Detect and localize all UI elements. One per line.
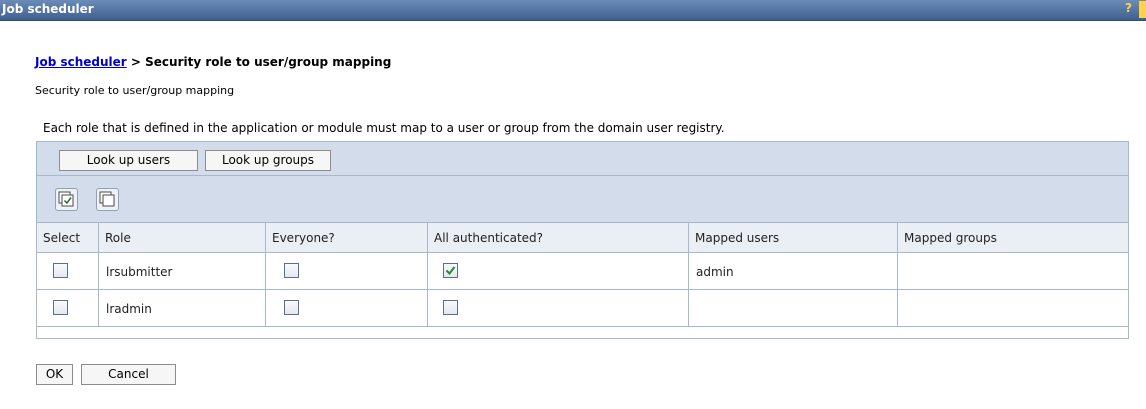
help-icon[interactable]: ? <box>1125 1 1132 15</box>
header-mapped-users: Mapped users <box>695 231 780 245</box>
all-authenticated-checkbox[interactable] <box>443 300 458 315</box>
cell-all-authenticated <box>427 253 688 289</box>
header-cell-mapped-groups: Mapped groups <box>897 223 1130 252</box>
header-cell-select: Select <box>37 223 98 252</box>
page-description: Each role that is defined in the applica… <box>43 121 725 135</box>
cell-mapped-groups <box>897 253 1130 289</box>
cell-mapped-groups <box>897 290 1130 326</box>
window-titlebar: Job scheduler ? <box>0 0 1146 21</box>
header-cell-all-authenticated: All authenticated? <box>427 223 688 252</box>
all-authenticated-checkbox[interactable] <box>443 263 458 278</box>
breadcrumb-separator: > <box>126 55 146 69</box>
window-title: Job scheduler <box>2 2 94 16</box>
cell-role: lradmin <box>98 290 265 326</box>
cell-everyone <box>265 253 427 289</box>
row-select-checkbox[interactable] <box>53 300 68 315</box>
row-select-checkbox[interactable] <box>53 263 68 278</box>
table-row: lrsubmitter admin <box>37 253 1128 290</box>
cell-role: lrsubmitter <box>98 253 265 289</box>
cell-select <box>37 290 98 326</box>
deselect-all-icon[interactable] <box>96 188 119 211</box>
everyone-checkbox[interactable] <box>284 263 299 278</box>
cancel-button[interactable]: Cancel <box>81 364 176 385</box>
cell-mapped-users <box>688 290 897 326</box>
header-cell-mapped-users: Mapped users <box>688 223 897 252</box>
breadcrumb-link-job-scheduler[interactable]: Job scheduler <box>35 55 127 69</box>
mapped-users-value: admin <box>696 265 734 279</box>
header-role: Role <box>105 231 131 245</box>
header-cell-role: Role <box>98 223 265 252</box>
header-cell-everyone: Everyone? <box>265 223 427 252</box>
header-select: Select <box>43 231 81 245</box>
header-mapped-groups: Mapped groups <box>904 231 997 245</box>
cell-mapped-users: admin <box>688 253 897 289</box>
selection-toolbar <box>37 176 1128 223</box>
checkmark-icon <box>445 266 456 276</box>
ok-button[interactable]: OK <box>36 364 73 385</box>
everyone-checkbox[interactable] <box>284 300 299 315</box>
table-header: Select Role Everyone? All authenticated?… <box>37 223 1128 253</box>
cell-all-authenticated <box>427 290 688 326</box>
cell-select <box>37 253 98 289</box>
header-everyone: Everyone? <box>272 231 335 245</box>
select-all-icon[interactable] <box>55 188 78 211</box>
page-subtitle: Security role to user/group mapping <box>35 84 235 97</box>
breadcrumb-current: Security role to user/group mapping <box>145 55 392 69</box>
look-up-groups-button[interactable]: Look up groups <box>205 150 331 171</box>
table-row: lradmin <box>37 290 1128 327</box>
mapping-panel: Look up users Look up groups Select Role… <box>36 141 1129 339</box>
role-name: lrsubmitter <box>106 265 173 279</box>
breadcrumb: Job scheduler > Security role to user/gr… <box>35 55 391 69</box>
minimize-icon[interactable] <box>1139 1 1146 18</box>
role-name: lradmin <box>106 302 152 316</box>
header-all-authenticated: All authenticated? <box>434 231 544 245</box>
look-up-users-button[interactable]: Look up users <box>59 150 198 171</box>
lookup-toolbar: Look up users Look up groups <box>37 142 1128 176</box>
cell-everyone <box>265 290 427 326</box>
